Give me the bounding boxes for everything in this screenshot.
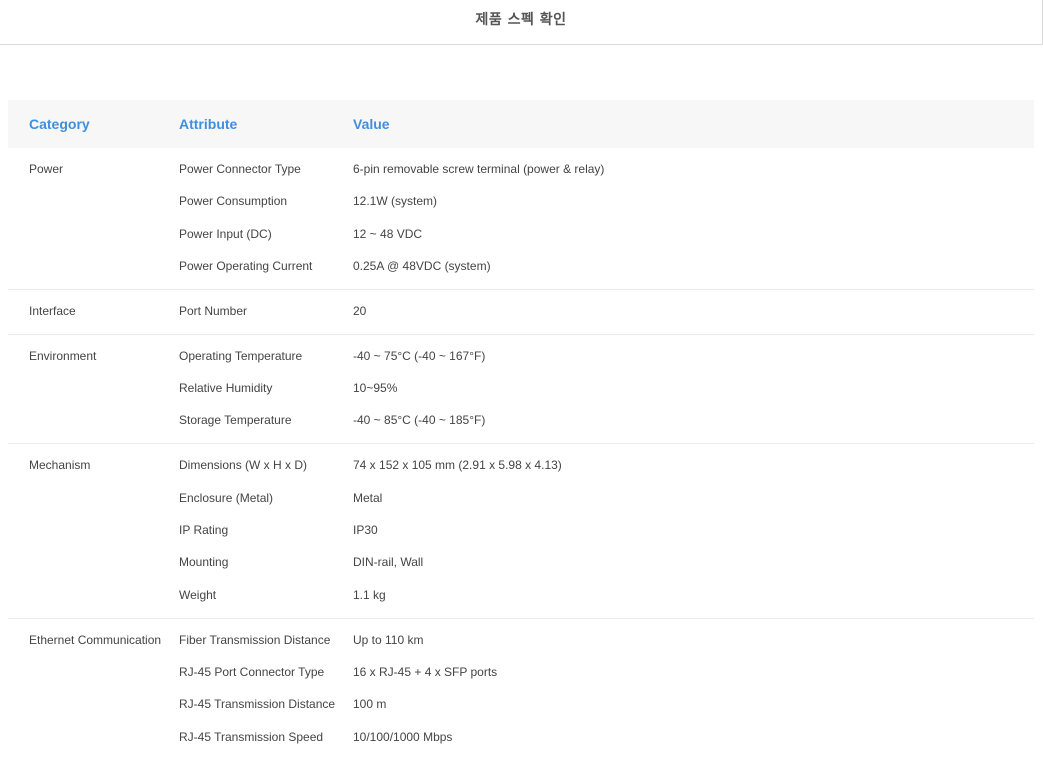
attribute-cell: IP Rating: [179, 523, 229, 538]
page-header: 제품 스펙 확인: [0, 0, 1043, 45]
column-header-attribute: Attribute: [179, 116, 238, 132]
attribute-cell: RJ-45 Transmission Distance: [179, 697, 336, 712]
attribute-cell: Port Number: [179, 303, 248, 318]
attribute-cell: Fiber Transmission Distance: [179, 632, 331, 647]
table-header: Category Attribute Value: [8, 100, 1034, 148]
value-cell: 20: [353, 303, 367, 318]
spec-table: Category Attribute Value Power Power Conn…: [8, 100, 1034, 760]
value-cell: 12.1W (system): [353, 194, 438, 209]
attribute-cell: Relative Humidity: [179, 381, 273, 396]
table-group: Environment Operating Temperature -40 ~ 75…: [8, 335, 1034, 445]
table-body: Power Power Connector Type 6-pin removable…: [8, 148, 1034, 760]
attribute-cell: Power Input (DC): [179, 226, 272, 241]
page-title: 제품 스펙 확인: [475, 11, 567, 28]
value-cell: DIN-rail, Wall: [353, 555, 424, 570]
attribute-cell: Mounting: [179, 555, 229, 570]
value-cell: Up to 110 km: [353, 632, 424, 647]
category-cell: Power: [29, 162, 64, 176]
attribute-cell: RJ-45 Transmission Speed: [179, 729, 324, 744]
value-cell: Metal: [353, 490, 383, 505]
category-cell: Ethernet Communication: [29, 632, 162, 647]
attribute-cell: Enclosure (Metal): [179, 490, 274, 505]
value-cell: 12 ~ 48 VDC: [353, 226, 423, 241]
value-cell: 74 x 152 x 105 mm (2.91 x 5.98 x 4.13): [353, 458, 562, 473]
attribute-cell: RJ-45 Port Connector Type: [179, 664, 325, 679]
attribute-cell: Power Consumption: [179, 194, 288, 209]
attribute-cell: Power Operating Current: [179, 258, 313, 273]
attribute-cell: Dimensions (W x H x D): [179, 458, 308, 473]
value-cell: IP30: [353, 523, 378, 538]
value-cell: -40 ~ 85°C (-40 ~ 185°F): [353, 413, 486, 428]
table-group: Mechanism Dimensions (W x H x D) 74 x 152 …: [8, 444, 1034, 619]
table-group: Interface Port Number 20: [8, 290, 1034, 335]
value-cell: 10~95%: [353, 381, 398, 396]
value-cell: -40 ~ 75°C (-40 ~ 167°F): [353, 348, 486, 363]
table-group: Power Power Connector Type 6-pin removable…: [8, 148, 1034, 290]
table-group: Ethernet Communication Fiber Transmission…: [8, 619, 1034, 760]
value-cell: 16 x RJ-45 + 4 x SFP ports: [353, 664, 498, 679]
category-cell: Mechanism: [29, 458, 91, 473]
value-cell: 0.25A @ 48VDC (system): [353, 258, 491, 273]
value-cell: 1.1 kg: [353, 587, 386, 602]
value-cell: 100 m: [353, 697, 387, 712]
value-cell: 10/100/1000 Mbps: [353, 729, 453, 744]
attribute-cell: Storage Temperature: [179, 413, 292, 428]
column-header-category: Category: [29, 116, 90, 132]
attribute-cell: Weight: [179, 587, 217, 602]
attribute-cell: Operating Temperature: [179, 348, 303, 363]
column-header-value: Value: [353, 116, 390, 132]
category-cell: Environment: [29, 348, 97, 363]
value-cell: 6-pin removable screw terminal (power & …: [353, 162, 605, 176]
category-cell: Interface: [29, 303, 76, 318]
attribute-cell: Power Connector Type: [179, 162, 301, 176]
